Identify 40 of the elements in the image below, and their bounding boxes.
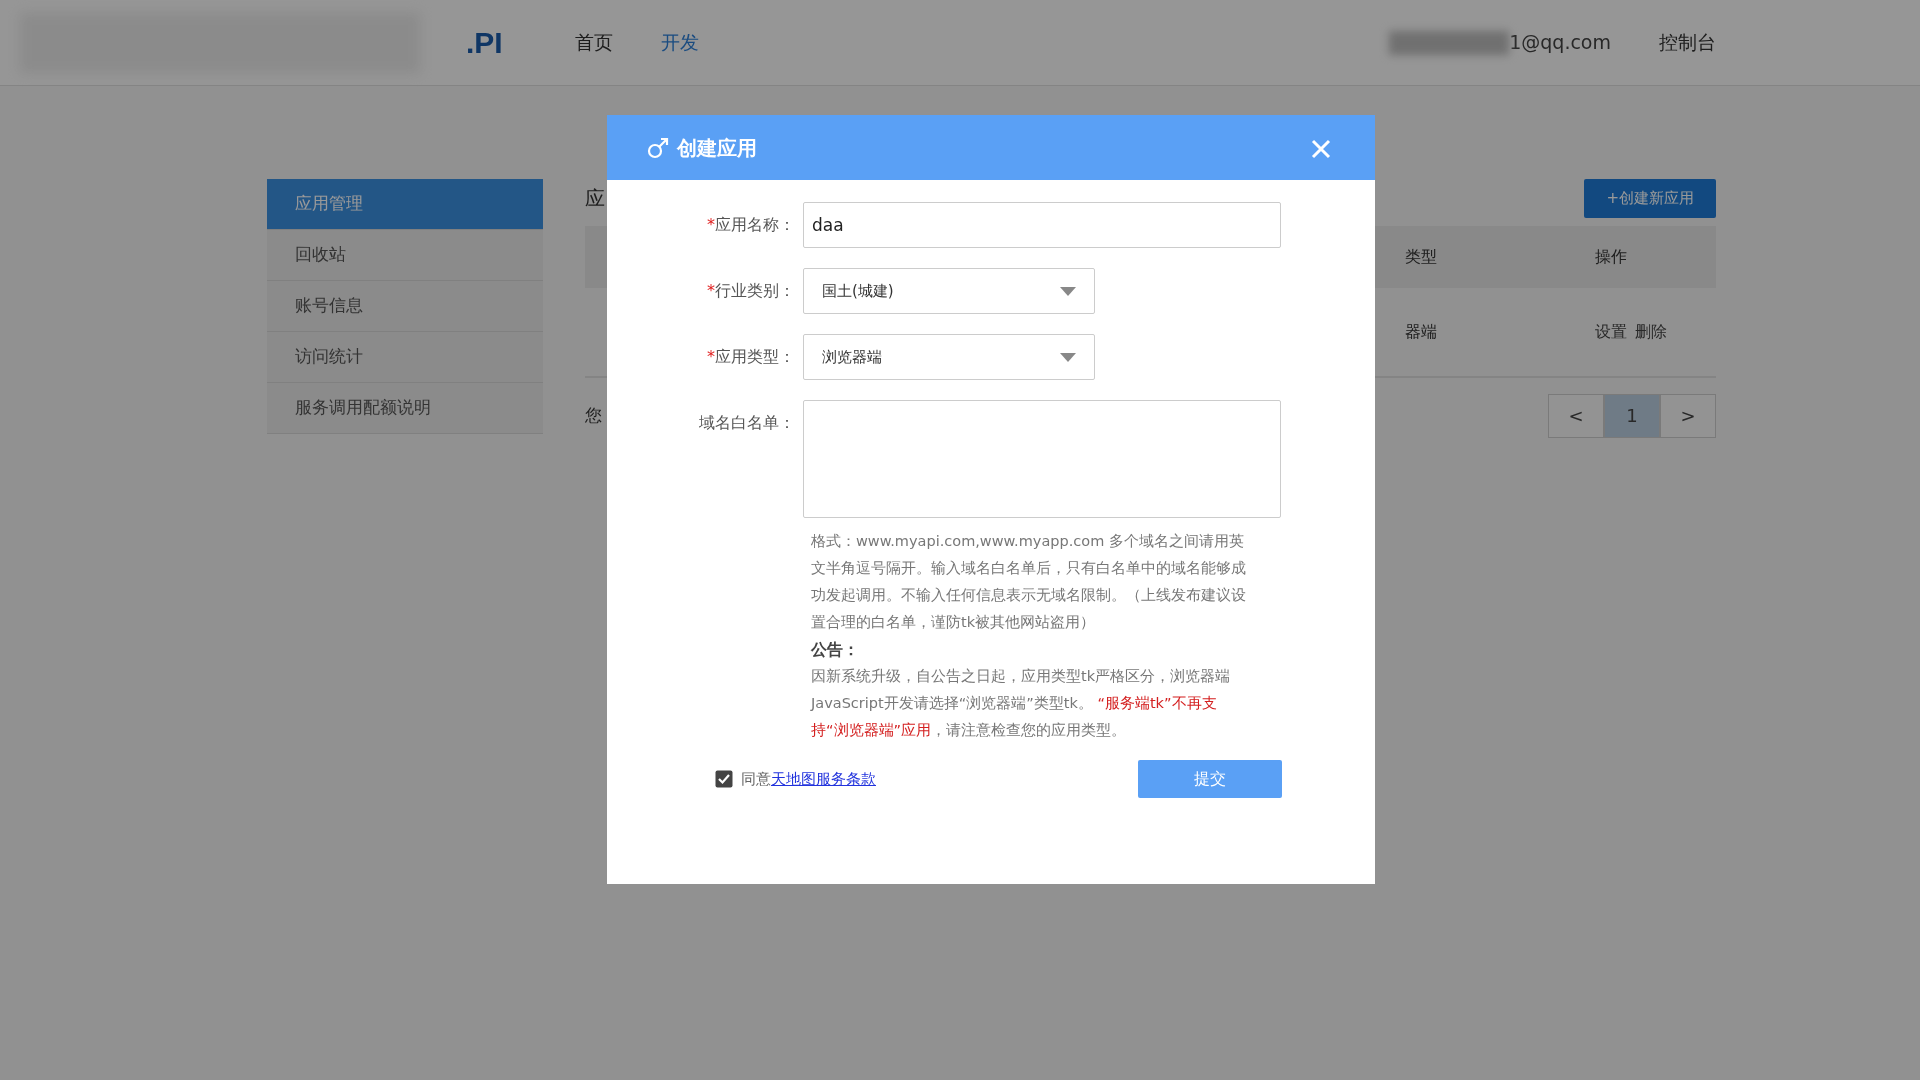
field-label: *行业类别：: [706, 280, 796, 302]
next-page-button[interactable]: >: [1660, 393, 1716, 438]
circle-arrow-icon: [647, 136, 669, 159]
caret-icon: [1060, 286, 1076, 296]
page-title: 应: [585, 185, 605, 213]
page-button[interactable]: 1: [1604, 393, 1660, 438]
sidebar-item[interactable]: 服务调用配额说明: [267, 383, 543, 434]
help-text: 格式：www.myapi.com,www.myapp.com 多个域名之间请用英文半角逗号隔开。输入域名白名单后，只有白名单中的域名能够成功发起调用。不输入任何信息表示无域名限制。（上线发布建议设置合理的白名单，谨防tk被其他网站盗用）: [811, 532, 1247, 632]
notice-text: 因新系统升级，自公告之日起，应用类型tk严格区分，浏览器端JavaScript开发请选择“浏览器端”类型tk。 “服务端tk”不再支持“浏览器端”应用，请注意检查您的应用类型。: [811, 667, 1232, 740]
logo-text: .PI: [466, 25, 503, 61]
dialog-title: 创建应用: [677, 134, 757, 162]
console-link[interactable]: 控制台: [1659, 28, 1716, 57]
sidebar-item[interactable]: 应用管理: [267, 179, 543, 230]
sidebar-item[interactable]: 账号信息: [267, 281, 543, 332]
nav-link[interactable]: 首页: [574, 28, 613, 57]
notice-title: 公告：: [811, 639, 860, 661]
field-label: 域名白名单：: [698, 412, 796, 434]
submit-button[interactable]: 提交: [1138, 760, 1282, 798]
text-area[interactable]: [803, 400, 1281, 518]
text-field[interactable]: daa: [803, 202, 1281, 248]
create-app-button[interactable]: +创建新应用: [1584, 179, 1716, 218]
prev-page-button[interactable]: <: [1548, 393, 1604, 438]
caret-icon: [1060, 352, 1076, 362]
dropdown[interactable]: 浏览器端: [803, 334, 1095, 380]
field-label: *应用类型：: [706, 346, 796, 368]
field-label: *应用名称：: [706, 214, 796, 236]
note-text: 您: [585, 403, 602, 427]
table-cell-text: 器端: [1405, 320, 1438, 343]
nav-link[interactable]: 开发: [660, 28, 699, 57]
action-link[interactable]: 设置: [1595, 319, 1627, 344]
column-header: 操作: [1595, 245, 1628, 268]
sidebar-item[interactable]: 访问统计: [267, 332, 543, 383]
agree-text: 同意: [741, 768, 771, 790]
action-link[interactable]: 删除: [1635, 319, 1667, 344]
column-header: 类型: [1405, 245, 1438, 268]
user-email: 1@qq.com: [1509, 30, 1611, 56]
dropdown[interactable]: 国土(城建): [803, 268, 1095, 314]
terms-link[interactable]: 天地图服务条款: [771, 767, 876, 791]
checkbox[interactable]: [715, 770, 733, 788]
sidebar-item[interactable]: 回收站: [267, 230, 543, 281]
